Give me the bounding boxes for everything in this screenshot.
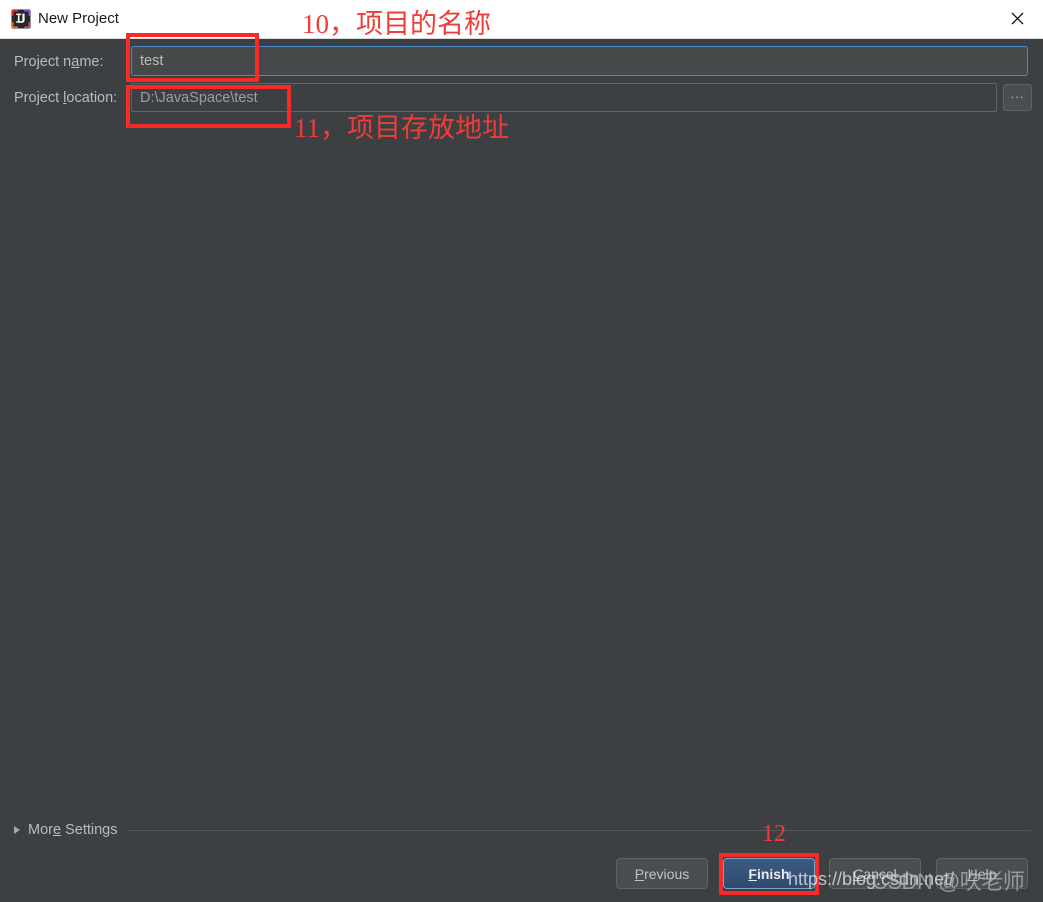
more-settings-separator: [127, 829, 1031, 831]
more-settings-toggle[interactable]: More Settings: [14, 820, 1031, 840]
cancel-button[interactable]: Cancel: [829, 858, 921, 889]
close-icon: [1011, 12, 1024, 25]
more-settings-label: More Settings: [28, 822, 118, 838]
finish-button[interactable]: Finish: [723, 858, 815, 889]
new-project-dialog: New Project Project name: Project locati…: [0, 0, 1043, 902]
title-bar: New Project: [0, 0, 1043, 39]
previous-button[interactable]: Previous: [616, 858, 708, 889]
project-location-label: Project location:: [14, 90, 118, 106]
project-location-input[interactable]: [131, 83, 997, 112]
window-title: New Project: [38, 10, 119, 27]
project-name-input[interactable]: [131, 46, 1028, 76]
chevron-right-icon: [14, 826, 20, 834]
browse-location-button[interactable]: ...: [1003, 84, 1032, 111]
project-name-label: Project name:: [14, 54, 104, 70]
intellij-idea-icon: [11, 9, 31, 29]
help-button[interactable]: Help: [936, 858, 1028, 889]
ellipsis-icon: ...: [1010, 86, 1025, 101]
close-button[interactable]: [991, 0, 1043, 37]
